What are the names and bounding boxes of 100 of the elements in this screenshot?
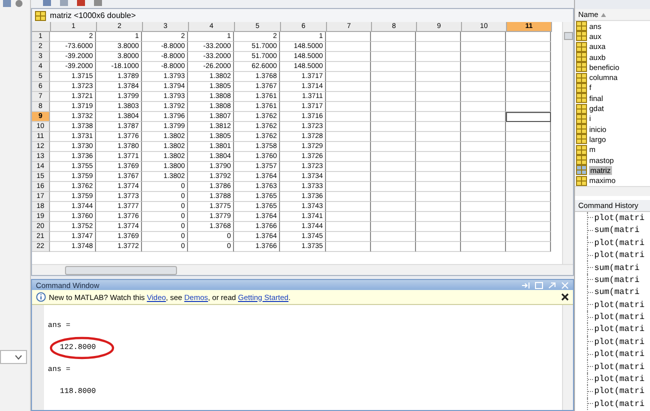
undock-icon[interactable] xyxy=(522,282,530,288)
horizontal-scrollbar[interactable] xyxy=(32,264,574,275)
history-entry[interactable]: plot(matri xyxy=(594,336,644,347)
history-entry[interactable]: plot(matri xyxy=(594,300,644,310)
empty-cell xyxy=(460,162,506,172)
empty-cell xyxy=(370,132,416,142)
empty-cell xyxy=(506,132,551,142)
matrix-icon xyxy=(576,165,588,176)
empty-cell xyxy=(326,72,371,82)
horizontal-scrollbar[interactable] xyxy=(575,186,650,196)
empty-cell xyxy=(416,82,461,92)
empty-cell xyxy=(370,192,416,202)
maximize-icon[interactable] xyxy=(535,282,544,288)
empty-cell xyxy=(416,122,461,132)
empty-cell xyxy=(460,142,506,152)
empty-cell xyxy=(326,92,371,102)
empty-cell xyxy=(370,122,416,132)
matrix-icon xyxy=(576,62,588,72)
history-entry[interactable]: plot(matri xyxy=(594,324,644,334)
empty-cell xyxy=(326,222,371,232)
empty-cell xyxy=(506,202,551,212)
history-entry[interactable]: plot(matri xyxy=(594,386,644,396)
empty-cell xyxy=(460,132,506,142)
empty-cell xyxy=(416,62,461,72)
matrix-icon xyxy=(576,93,588,104)
empty-cell xyxy=(326,132,371,142)
empty-cell xyxy=(460,212,506,222)
empty-cell xyxy=(370,222,416,232)
empty-cell xyxy=(416,202,461,212)
history-entry[interactable]: plot(matri xyxy=(594,212,644,223)
empty-cell xyxy=(326,142,371,152)
minimize-icon[interactable] xyxy=(548,282,556,288)
empty-cell xyxy=(370,32,416,42)
history-entry[interactable]: sum(matri xyxy=(594,262,640,272)
empty-cell xyxy=(460,62,506,72)
empty-cell xyxy=(370,112,416,122)
empty-cell xyxy=(370,232,416,242)
empty-cell xyxy=(416,182,461,192)
empty-cell xyxy=(326,102,371,112)
empty-cell xyxy=(460,172,506,182)
empty-cell xyxy=(416,242,461,252)
matrix-icon xyxy=(576,144,588,155)
empty-cell xyxy=(506,212,551,222)
empty-cell xyxy=(506,102,551,112)
history-entry[interactable]: sum(matri xyxy=(594,274,640,285)
empty-cell xyxy=(416,222,461,232)
empty-cell xyxy=(370,82,416,92)
dropdown[interactable] xyxy=(0,350,27,364)
empty-cell xyxy=(416,112,461,122)
empty-cell xyxy=(326,172,371,182)
history-entry[interactable]: plot(matri xyxy=(594,362,644,372)
matrix-icon xyxy=(576,42,588,52)
empty-cell xyxy=(416,92,461,102)
empty-cell xyxy=(326,32,371,42)
empty-cell xyxy=(326,122,371,132)
history-entry[interactable]: plot(matri xyxy=(594,349,644,360)
empty-cell xyxy=(460,72,506,82)
matrix-icon xyxy=(576,104,588,114)
empty-cell xyxy=(506,52,551,62)
empty-cell xyxy=(416,32,461,42)
history-entry[interactable]: plot(matri xyxy=(594,250,644,260)
focused-cell[interactable] xyxy=(506,112,551,122)
history-entry[interactable]: plot(matri xyxy=(594,238,644,248)
empty-cell xyxy=(370,72,416,82)
empty-cell xyxy=(370,182,416,192)
matrix-icon xyxy=(576,134,588,144)
editor-title: matriz <1000x6 double> xyxy=(50,11,136,20)
close-icon[interactable] xyxy=(561,293,570,301)
matrix-icon xyxy=(576,114,588,124)
history-entry[interactable]: plot(matri xyxy=(594,398,644,409)
empty-cell xyxy=(416,42,461,52)
vertical-scrollbar[interactable] xyxy=(562,22,574,264)
empty-cell xyxy=(370,202,416,212)
empty-cell xyxy=(506,32,551,42)
empty-cell xyxy=(416,142,461,152)
history-entry[interactable]: plot(matri xyxy=(594,374,644,384)
empty-cell xyxy=(326,42,371,52)
empty-cell xyxy=(416,162,461,172)
empty-cell xyxy=(326,182,371,192)
chevron-icon xyxy=(15,354,22,360)
empty-cell xyxy=(416,132,461,142)
empty-cell xyxy=(460,92,506,102)
grid-icon xyxy=(34,10,46,20)
vertical-scrollbar[interactable] xyxy=(562,305,574,410)
empty-cell xyxy=(506,72,551,82)
matrix-icon xyxy=(576,72,588,83)
empty-cell xyxy=(370,92,416,102)
matrix-icon xyxy=(576,155,588,165)
empty-cell xyxy=(370,162,416,172)
history-entry[interactable]: plot(matri xyxy=(594,312,644,322)
empty-cell xyxy=(460,122,506,132)
empty-cell xyxy=(416,72,461,82)
history-entry[interactable]: sum(matri xyxy=(594,287,640,298)
empty-cell xyxy=(326,82,371,92)
empty-cell xyxy=(506,152,551,162)
empty-cell xyxy=(370,212,416,222)
history-entry[interactable]: sum(matri xyxy=(594,225,640,236)
empty-cell xyxy=(460,82,506,92)
empty-cell xyxy=(506,172,551,182)
empty-cell xyxy=(326,242,371,252)
